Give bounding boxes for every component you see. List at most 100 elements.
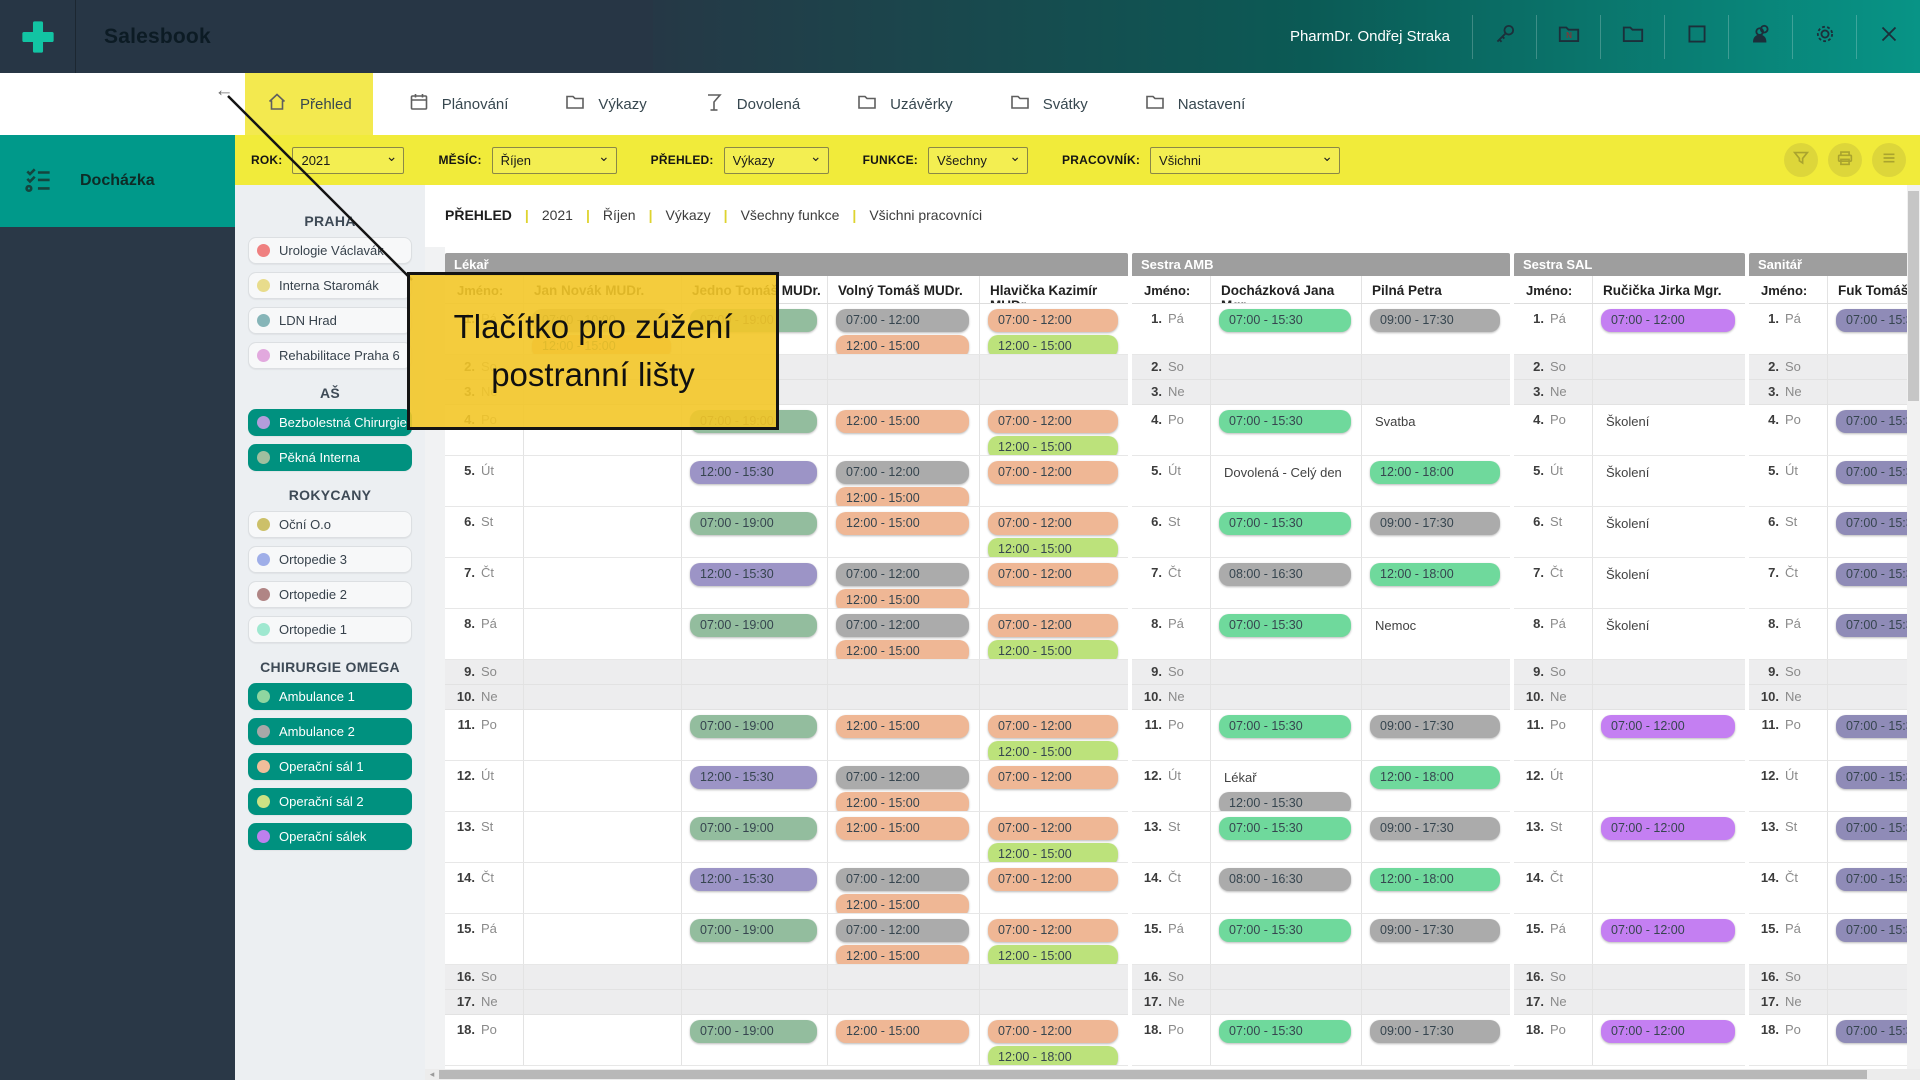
shift-pill[interactable]: 07:00 - 12:00 [988, 512, 1118, 535]
shift-cell[interactable] [523, 761, 681, 811]
shift-cell[interactable]: 12:00 - 18:00 [1361, 558, 1510, 608]
shift-cell[interactable]: 08:00 - 16:30 [1210, 863, 1361, 913]
shift-cell[interactable] [1592, 990, 1745, 1014]
shift-cell[interactable]: 07:00 - 15:30 [1210, 304, 1361, 354]
shift-pill[interactable]: 07:00 - 12:00 [836, 461, 969, 484]
shift-cell[interactable] [523, 863, 681, 913]
shift-cell[interactable] [1361, 355, 1510, 379]
shift-cell[interactable]: 07:00 - 12:0012:00 - 15:00 [827, 304, 979, 354]
shift-cell[interactable] [1210, 685, 1361, 709]
tab-svatky[interactable]: Svátky [988, 73, 1109, 135]
vertical-scrollbar[interactable] [1907, 185, 1920, 1069]
shift-cell[interactable]: 09:00 - 17:30 [1361, 710, 1510, 760]
topbar-user-button[interactable] [1728, 15, 1792, 59]
shift-cell[interactable]: 12:00 - 15:30 [681, 761, 827, 811]
sidebar-item-ldn-hrad[interactable]: LDN Hrad [248, 307, 412, 334]
shift-pill[interactable]: 12:00 - 15:00 [836, 512, 969, 535]
tab-prehled[interactable]: Přehled [245, 73, 373, 135]
shift-cell[interactable] [523, 965, 681, 989]
shift-pill[interactable]: 07:00 - 12:00 [836, 766, 969, 789]
sidebar-item-ortopedie-2[interactable]: Ortopedie 2 [248, 581, 412, 608]
shift-pill[interactable]: 12:00 - 15:00 [836, 487, 969, 506]
shift-cell[interactable] [1592, 355, 1745, 379]
shift-cell[interactable] [827, 380, 979, 404]
shift-cell[interactable] [523, 914, 681, 964]
shift-pill[interactable]: 07:00 - 12:00 [1601, 817, 1735, 840]
shift-pill[interactable]: 12:00 - 18:00 [988, 1046, 1118, 1065]
shift-cell[interactable] [827, 685, 979, 709]
shift-pill[interactable]: 07:00 - 15:30 [1219, 410, 1351, 433]
shift-cell[interactable] [1361, 990, 1510, 1014]
shift-cell[interactable]: 07:00 - 12:0012:00 - 15:00 [979, 507, 1128, 557]
shift-pill[interactable]: 07:00 - 12:00 [988, 919, 1118, 942]
breadcrumb-item[interactable]: Všechny funkce [741, 207, 840, 223]
shift-cell[interactable]: 12:00 - 15:30 [681, 863, 827, 913]
shift-cell[interactable]: 07:00 - 15:30 [1210, 812, 1361, 862]
shift-cell[interactable]: 07:00 - 12:00 [979, 456, 1128, 506]
filterbar-print-button[interactable] [1828, 143, 1862, 177]
shift-pill[interactable]: 07:00 - 15:30 [1219, 715, 1351, 738]
shift-pill[interactable]: 12:00 - 15:00 [836, 640, 969, 659]
shift-cell[interactable]: 09:00 - 17:30 [1361, 1015, 1510, 1065]
shift-cell[interactable] [827, 355, 979, 379]
tab-nastaveni[interactable]: Nastavení [1123, 73, 1267, 135]
shift-pill[interactable]: 07:00 - 12:00 [1601, 1020, 1735, 1043]
shift-pill[interactable]: 07:00 - 12:00 [988, 614, 1118, 637]
shift-cell[interactable] [1210, 380, 1361, 404]
shift-cell[interactable]: 07:00 - 19:00 [681, 507, 827, 557]
tab-uzaverky[interactable]: Uzávěrky [835, 73, 974, 135]
shift-cell[interactable]: 07:00 - 19:00 [681, 609, 827, 659]
module-item-dochazka[interactable]: Docházka [0, 135, 235, 227]
shift-cell[interactable] [979, 660, 1128, 684]
shift-cell[interactable] [681, 685, 827, 709]
sidebar-item-urologie-va-clava-k[interactable]: Urologie Václavák [248, 237, 412, 264]
shift-cell[interactable]: 07:00 - 12:00 12:00 - 15:00 [827, 863, 979, 913]
person-name-cell[interactable]: Volný Tomáš MUDr. [827, 276, 979, 303]
shift-cell[interactable] [979, 380, 1128, 404]
topbar-close-button[interactable] [1856, 15, 1920, 59]
shift-cell[interactable]: 07:00 - 12:0012:00 - 15:00 [979, 609, 1128, 659]
shift-cell[interactable]: 09:00 - 17:30 [1361, 914, 1510, 964]
topbar-settings-button[interactable] [1792, 15, 1856, 59]
shift-note[interactable]: Svatba [1370, 410, 1500, 433]
sidebar-item-oc-ni-o-o[interactable]: Oční O.o [248, 511, 412, 538]
shift-cell[interactable] [827, 990, 979, 1014]
shift-pill[interactable]: 09:00 - 17:30 [1370, 512, 1500, 535]
shift-pill[interactable]: 07:00 - 12:00 [836, 919, 969, 942]
shift-pill[interactable]: 12:00 - 15:00 [836, 792, 969, 811]
shift-cell[interactable] [1592, 660, 1745, 684]
shift-note[interactable]: Školení [1601, 563, 1735, 586]
shift-pill[interactable]: 07:00 - 12:00 [988, 817, 1118, 840]
shift-pill[interactable]: 07:00 - 12:00 [988, 1020, 1118, 1043]
shift-cell[interactable]: 07:00 - 12:0012:00 - 15:00 [827, 609, 979, 659]
shift-cell[interactable]: 07:00 - 12:00 12:00 - 15:00 [827, 456, 979, 506]
shift-cell[interactable]: 07:00 - 15:30 [1210, 507, 1361, 557]
shift-cell[interactable] [1592, 380, 1745, 404]
sidebar-item-operac-ni-sa-l-2[interactable]: Operační sál 2 [248, 788, 412, 815]
shift-cell[interactable] [523, 660, 681, 684]
shift-pill[interactable]: 12:00 - 18:00 [1370, 563, 1500, 586]
shift-pill[interactable]: 07:00 - 12:00 [836, 868, 969, 891]
shift-cell[interactable]: 07:00 - 12:0012:00 - 15:00 [827, 914, 979, 964]
topbar-key-button[interactable] [1472, 15, 1536, 59]
shift-pill[interactable]: 07:00 - 12:00 [988, 766, 1118, 789]
shift-pill[interactable]: 07:00 - 15:30 [1219, 1020, 1351, 1043]
shift-cell[interactable] [979, 965, 1128, 989]
shift-cell[interactable]: 07:00 - 12:00 [979, 558, 1128, 608]
shift-pill[interactable]: 12:00 - 18:00 [1370, 461, 1500, 484]
shift-cell[interactable]: 07:00 - 12:00 [1592, 1015, 1745, 1065]
shift-pill[interactable]: 08:00 - 16:30 [1219, 868, 1351, 891]
scroll-left-arrow-icon[interactable]: ◂ [425, 1069, 439, 1080]
sidebar-item-ambulance-2[interactable]: Ambulance 2 [248, 718, 412, 745]
shift-cell[interactable]: 09:00 - 17:30 [1361, 304, 1510, 354]
shift-pill[interactable]: 12:00 - 15:00 [836, 894, 969, 913]
shift-cell[interactable]: Školení [1592, 456, 1745, 506]
shift-cell[interactable] [1210, 990, 1361, 1014]
breadcrumb-item[interactable]: Říjen [603, 207, 636, 223]
shift-pill[interactable]: 09:00 - 17:30 [1370, 919, 1500, 942]
shift-cell[interactable]: 09:00 - 17:30 [1361, 812, 1510, 862]
shift-cell[interactable]: 07:00 - 12:00 [1592, 710, 1745, 760]
shift-cell[interactable] [979, 990, 1128, 1014]
shift-cell[interactable] [523, 507, 681, 557]
shift-cell[interactable]: 07:00 - 19:00 [681, 812, 827, 862]
